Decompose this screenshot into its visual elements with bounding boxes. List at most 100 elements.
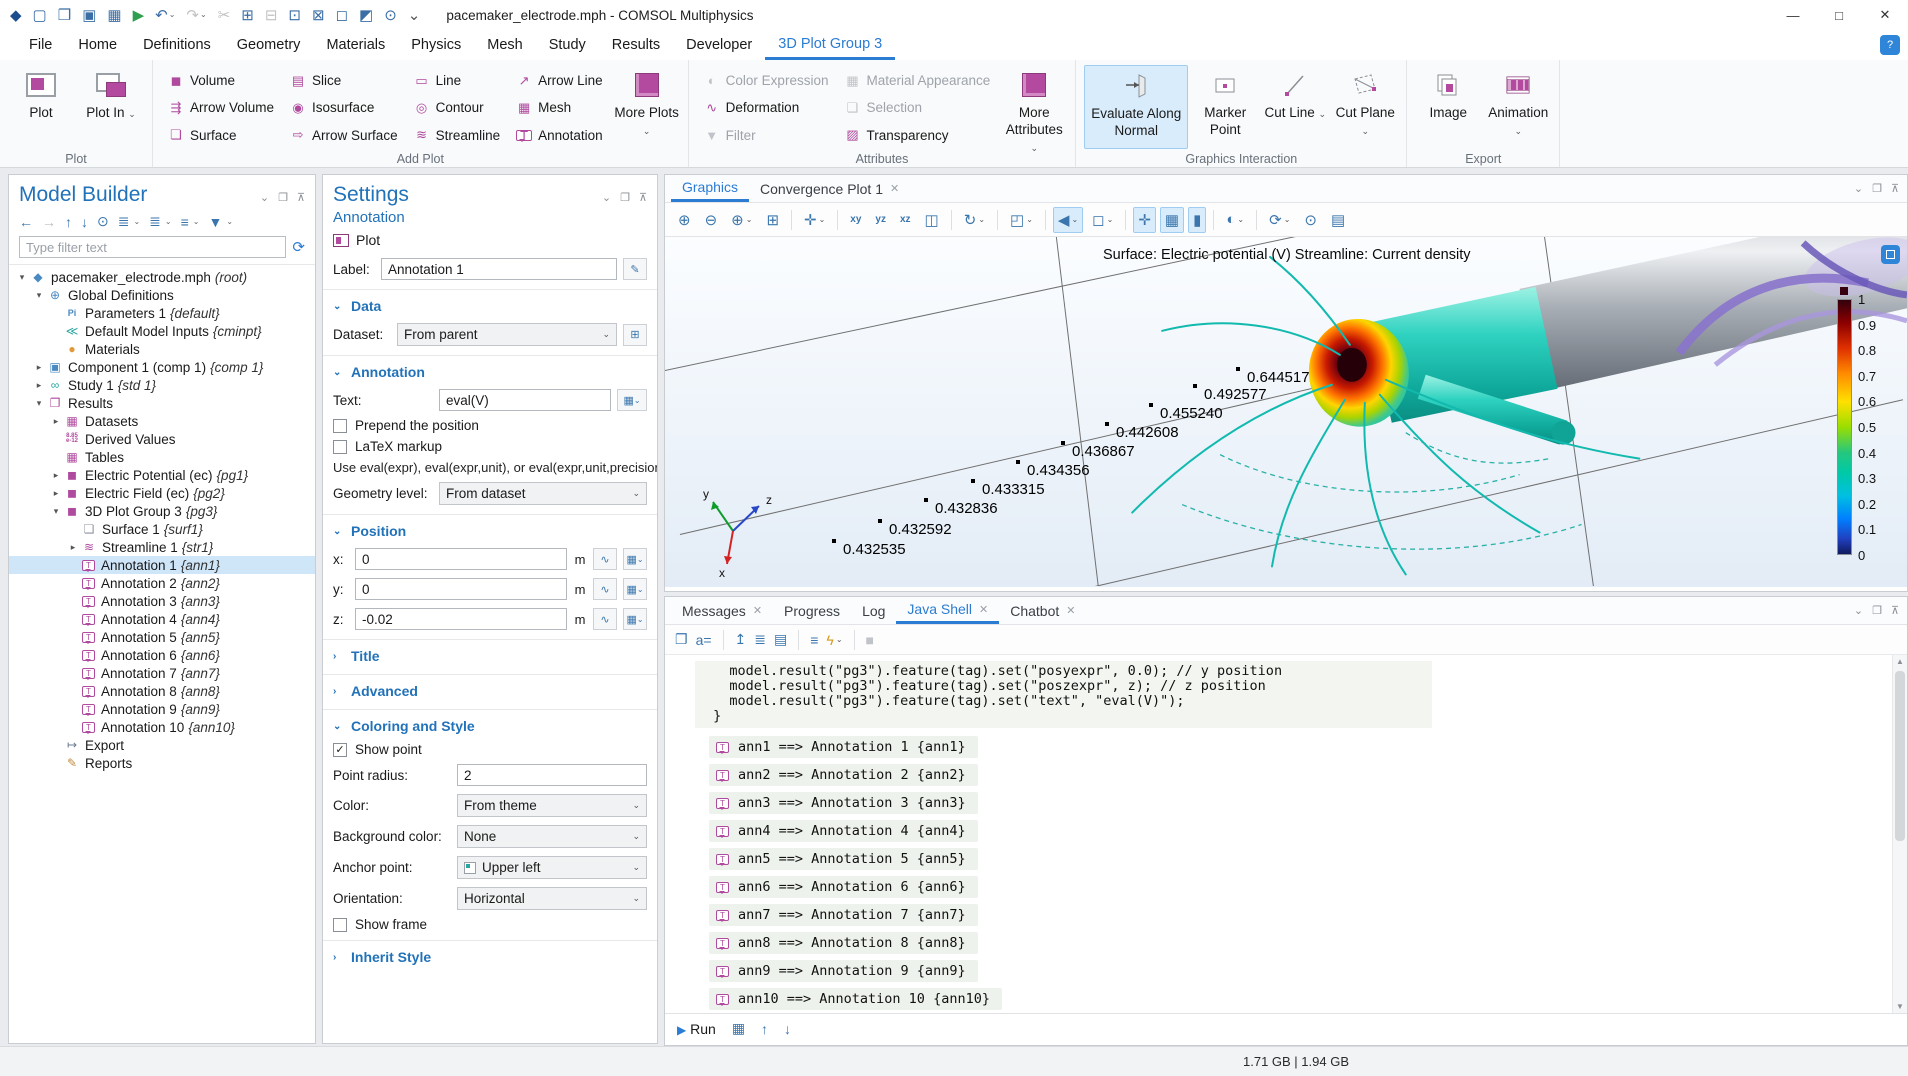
menu-geometry[interactable]: Geometry [224,30,314,60]
tree-item-pacemaker-electrode-mph[interactable]: ▾◆pacemaker_electrode.mph(root) [9,268,315,286]
model-tree-columns-icon[interactable]: ≡ [181,214,189,230]
show-frame-checkbox[interactable] [333,918,347,932]
sound-icon[interactable]: ◀⌄ [1053,207,1083,233]
tree-expander-icon[interactable]: ▸ [32,380,46,391]
background-color-select[interactable]: None⌄ [457,825,647,848]
section-data[interactable]: ⌄Data [323,289,657,319]
tree-expander-icon[interactable]: ▾ [15,272,29,283]
marker-point-button[interactable]: Marker Point [1192,65,1258,139]
show-point-checkbox[interactable]: ✓ [333,743,347,757]
go-to-source-icon[interactable]: ⊞ [623,324,647,346]
expand-all-icon[interactable]: ≣ [118,213,130,230]
tree-item-streamline-1[interactable]: ▸≋Streamline 1{str1} [9,538,315,556]
tree-item-derived-values[interactable]: 8.85 e-12Derived Values [9,430,315,448]
panel-pin-icon[interactable]: ⊼ [297,191,305,204]
section-title[interactable]: ›Title [323,639,657,669]
evaluate-along-normal-button[interactable]: Evaluate Along Normal [1084,65,1188,149]
filter-icon[interactable]: ▼ [208,214,222,230]
close-tab-icon[interactable]: ✕ [890,182,899,195]
c ut-line-button[interactable]: Cut Line ⌄ [1262,65,1328,122]
range-icon[interactable]: ∿ [593,548,617,570]
back-icon[interactable]: ← [19,214,33,230]
zoom-extents-icon[interactable]: ⊞ [761,207,784,233]
tree-expander-icon[interactable]: ▸ [66,542,80,553]
move-up-icon[interactable]: ↑ [65,214,72,230]
tab-3d-plot-group-3[interactable]: 3D Plot Group 3 [765,30,895,60]
plot-in-button[interactable]: Plot In ⌄ [78,65,144,122]
show-legend-icon[interactable]: ▮ [1188,207,1206,233]
tree-item-export[interactable]: ↦Export [9,736,315,754]
animation-button[interactable]: Animation ⌄ [1485,65,1551,139]
shell-output-9[interactable]: Tann9 ==> Annotation 9 {ann9} [709,960,978,982]
tree-expander-icon[interactable]: ▸ [49,488,63,499]
attr-transparency[interactable]: ▨Transparency [837,122,997,149]
run-button[interactable]: ▶ Run [677,1021,716,1037]
shell-output-8[interactable]: Tann8 ==> Annotation 8 {ann8} [709,932,978,954]
tree-expander-icon[interactable]: ▸ [49,470,63,481]
tab-progress[interactable]: Progress [773,597,851,624]
tab-java-shell[interactable]: Java Shell✕ [896,597,999,624]
copy-icon[interactable]: ⊞ [241,8,254,23]
variables-icon[interactable]: a= [696,632,712,648]
zoom-out-icon[interactable]: ⊖ [700,207,723,233]
addplot-streamline[interactable]: ≋Streamline [407,122,508,149]
panel-float-icon[interactable]: ❐ [1872,604,1882,617]
addplot-arrow-volume[interactable]: ⇶Arrow Volume [161,94,281,121]
tree-item-global-definitions[interactable]: ▾⊕Global Definitions [9,286,315,304]
close-icon[interactable]: ✕ [1862,0,1908,30]
orthographic-projection-icon[interactable]: ◫ [920,207,944,233]
geometry-level-select[interactable]: From dataset⌄ [439,482,647,505]
tab-graphics[interactable]: Graphics [671,175,749,202]
color-palette-icon[interactable]: ◐⌄ [1221,207,1249,232]
shell-content[interactable]: model.result("pg3").feature(tag).set("po… [665,655,1907,1013]
panel-menu-icon[interactable]: ⌄ [1854,604,1863,617]
close-tab-icon[interactable]: ✕ [979,603,988,616]
tree-item-parameters-1[interactable]: PiParameters 1{default} [9,304,315,322]
tree-item-annotation-5[interactable]: TAnnotation 5{ann5} [9,628,315,646]
tree-item-annotation-3[interactable]: TAnnotation 3{ann3} [9,592,315,610]
plot-button[interactable]: Plot [8,65,74,122]
move-down-icon[interactable]: ↓ [81,214,88,230]
tree-expander-icon[interactable]: ▸ [32,362,46,373]
panel-pin-icon[interactable]: ⊼ [1891,604,1899,617]
x-field[interactable]: 0 [355,548,567,570]
orientation-select[interactable]: Horizontal⌄ [457,887,647,910]
scene-view-icon[interactable]: ◰⌄ [1005,207,1038,233]
addplot-arrow-line[interactable]: ↗Arrow Line [509,67,610,94]
tree-item-electric-field-ec-[interactable]: ▸◼Electric Field (ec){pg2} [9,484,315,502]
addplot-slice[interactable]: ▤Slice [283,67,405,94]
tree-expander-icon[interactable]: ▾ [49,506,63,517]
tab-convergence-plot-1[interactable]: Convergence Plot 1✕ [749,175,910,202]
tree-expander-icon[interactable]: ▾ [32,398,46,409]
attr-color-expression[interactable]: ◐Color Expression [697,67,836,94]
cut-icon[interactable]: ✂ [218,8,231,23]
addplot-arrow-surface[interactable]: ⇨Arrow Surface [283,122,405,149]
tree-item-tables[interactable]: ▦Tables [9,448,315,466]
new-file-icon[interactable]: ▢ [33,8,47,23]
duplicate-icon[interactable]: ⊡ [288,8,301,23]
panel-pin-icon[interactable]: ⊼ [639,191,647,204]
comsol-logo[interactable]: ◆ [10,8,22,23]
tree-item-annotation-10[interactable]: TAnnotation 10{ann10} [9,718,315,736]
tree-item-annotation-4[interactable]: TAnnotation 4{ann4} [9,610,315,628]
redo-icon[interactable]: ↷⌄ [186,8,206,23]
tab-log[interactable]: Log [851,597,896,624]
show-axes-icon[interactable]: ✛ [1133,207,1156,233]
view-cube-icon[interactable]: ◻⌄ [1087,207,1118,233]
expression-menu-icon[interactable]: ▦⌄ [617,389,647,411]
tree-item-electric-potential-ec-[interactable]: ▸◼Electric Potential (ec){pg1} [9,466,315,484]
tree-item-annotation-7[interactable]: TAnnotation 7{ann7} [9,664,315,682]
rename-icon[interactable]: ✎ [623,258,647,280]
scrollbar-thumb[interactable] [1895,671,1905,841]
zoom-in-icon[interactable]: ⊕ [673,207,696,233]
settings-plot-button[interactable]: Plot [356,232,380,248]
clear-selection-icon[interactable]: ◩ [359,8,373,23]
menu-home[interactable]: Home [65,30,130,60]
tree-item-annotation-8[interactable]: TAnnotation 8{ann8} [9,682,315,700]
copy-history-icon[interactable]: ❐ [675,631,688,648]
tree-item-annotation-9[interactable]: TAnnotation 9{ann9} [9,700,315,718]
tree-item-default-model-inputs[interactable]: ≪Default Model Inputs{cminpt} [9,322,315,340]
addplot-isosurface[interactable]: ◉Isosurface [283,94,405,121]
execute-icon[interactable]: ϟ⌄ [826,632,842,648]
assistant-icon[interactable]: ? [1880,35,1900,55]
